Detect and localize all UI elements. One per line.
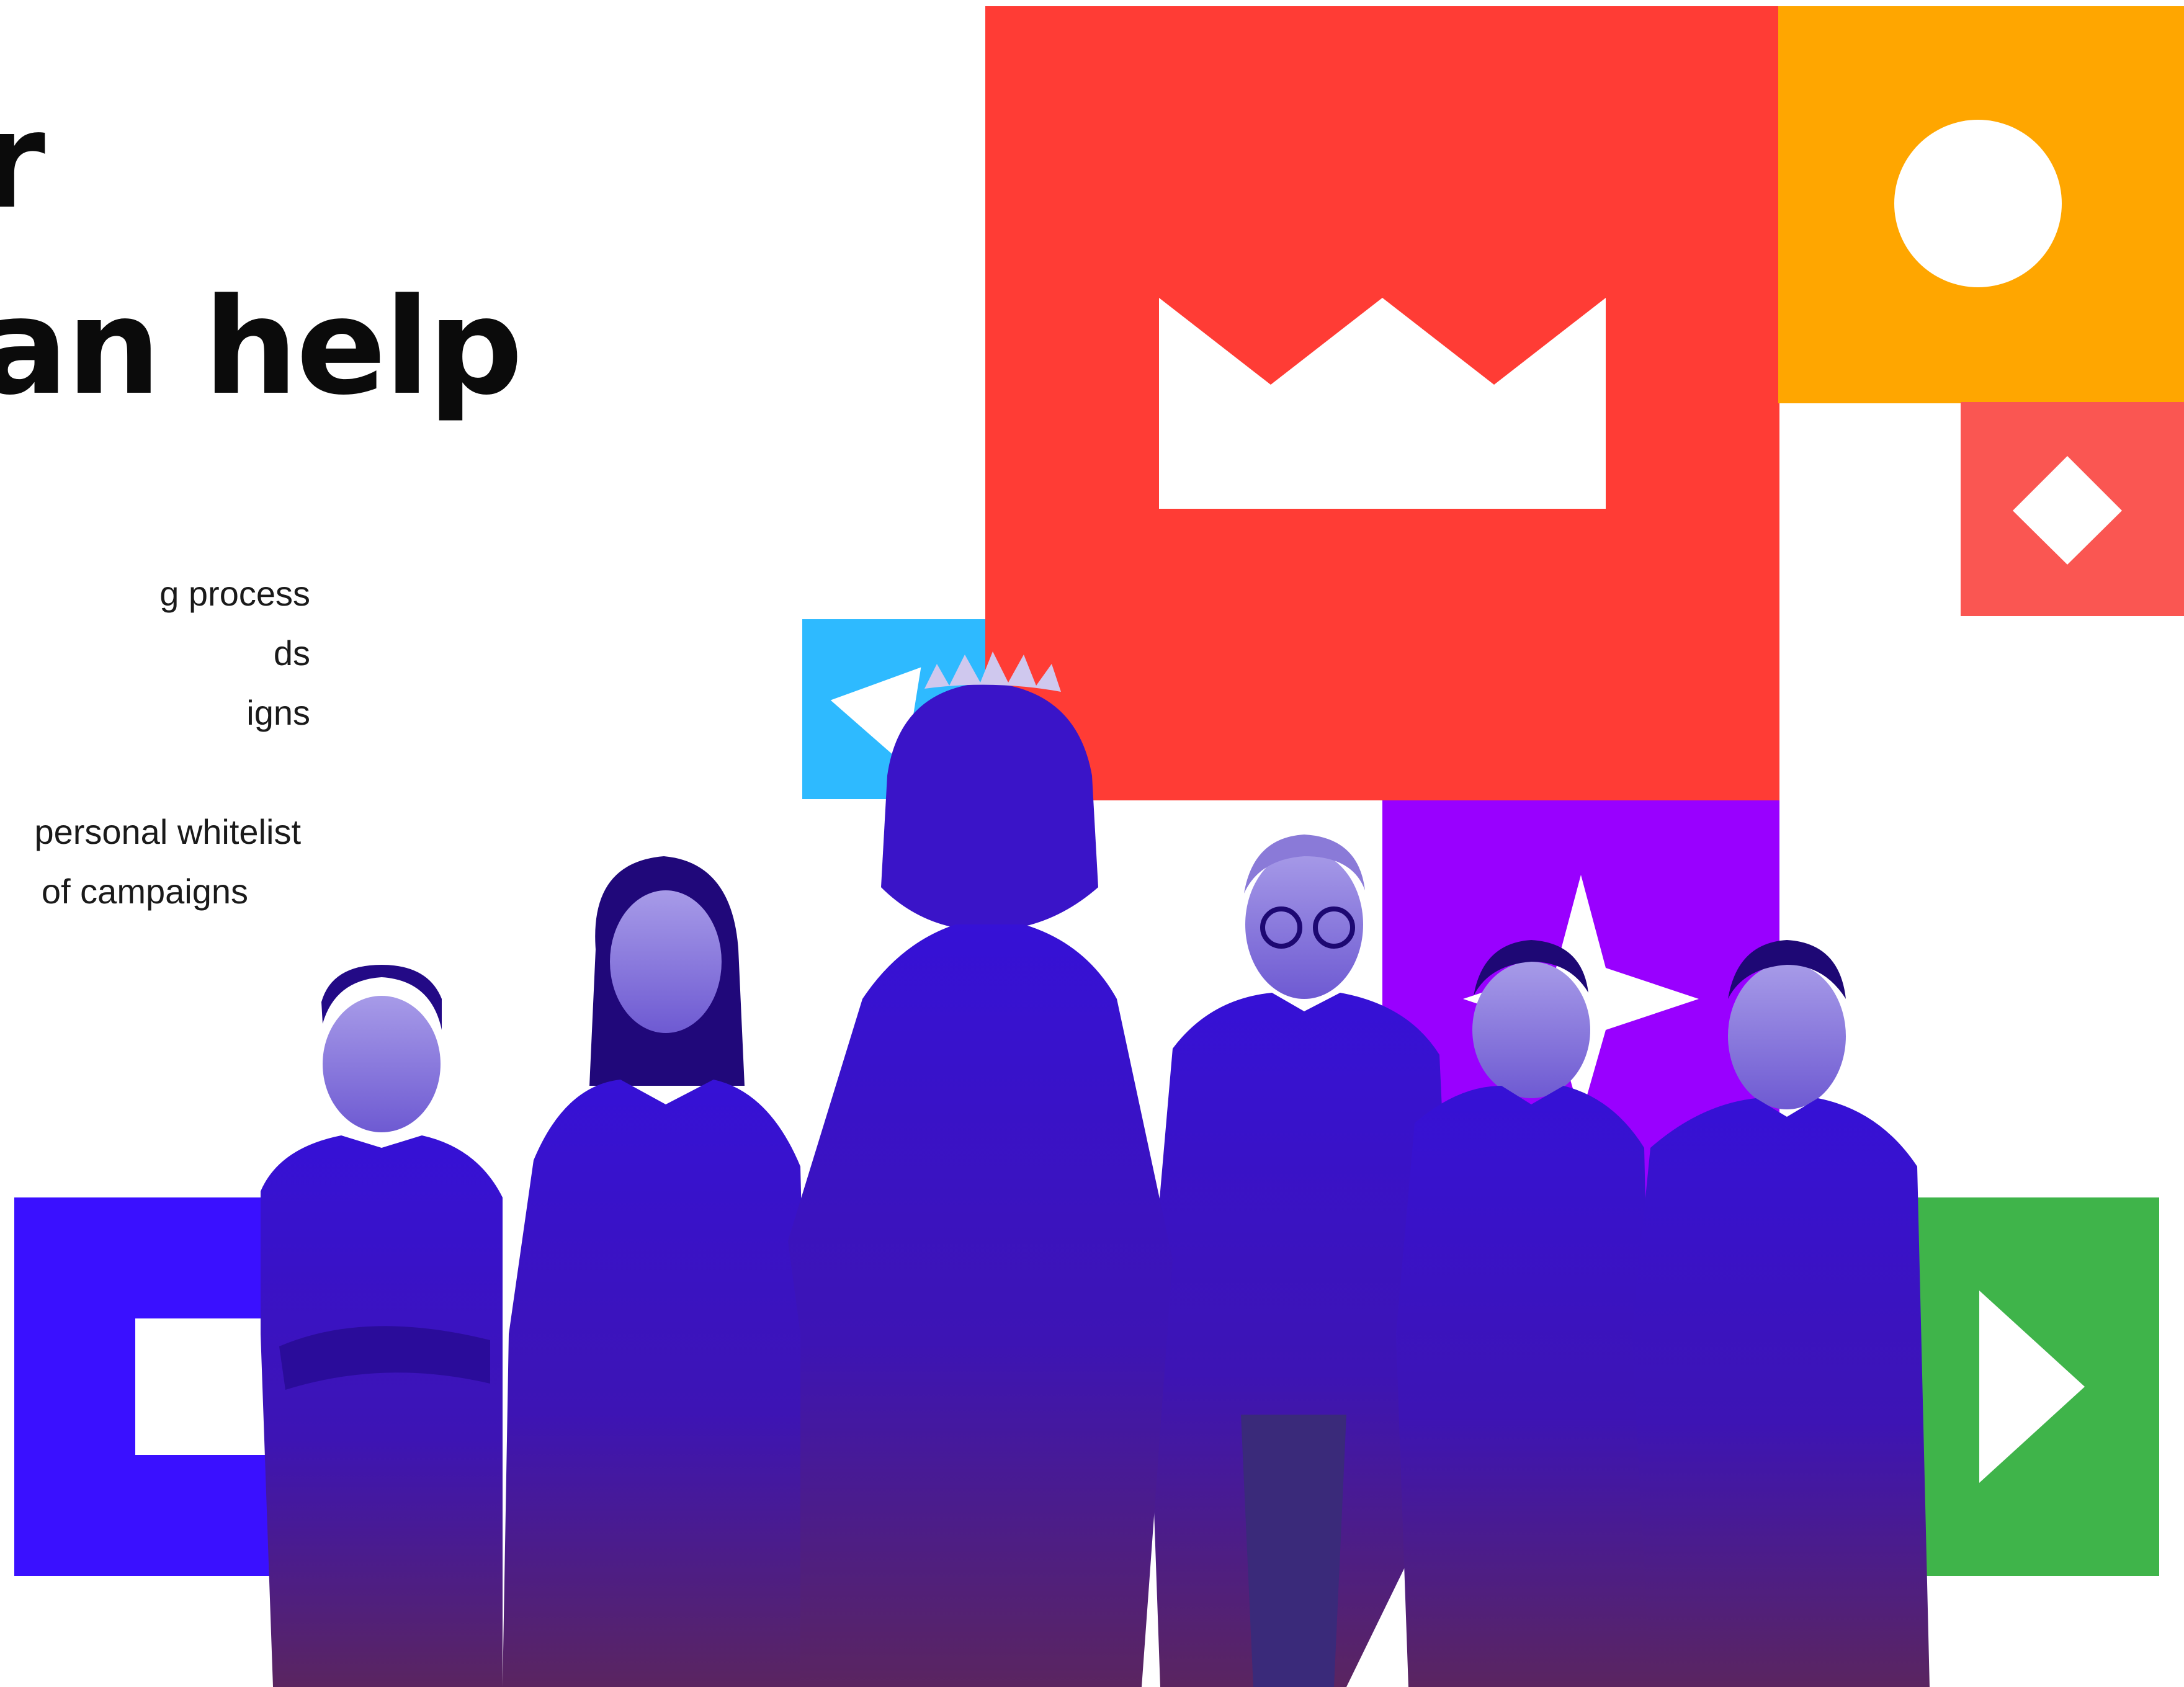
person-2 [503,856,813,1687]
page-headline: r can help [0,84,558,444]
headline-line-2: can help [0,270,523,424]
team-silhouettes [261,651,1930,1687]
orange-tile [1778,6,2184,403]
diamond-icon [2013,456,2122,565]
coral-tile [1961,402,2184,616]
person-with-tiara-silhouette [788,651,1173,1687]
person-1 [261,965,503,1687]
benefit-item: of campaigns [41,872,248,911]
benefit-item: g process [159,574,310,613]
team-photo [242,651,2004,1687]
circle-icon [1894,120,2062,287]
headline-line-1: r [0,84,45,238]
person-6 [1632,940,1930,1687]
